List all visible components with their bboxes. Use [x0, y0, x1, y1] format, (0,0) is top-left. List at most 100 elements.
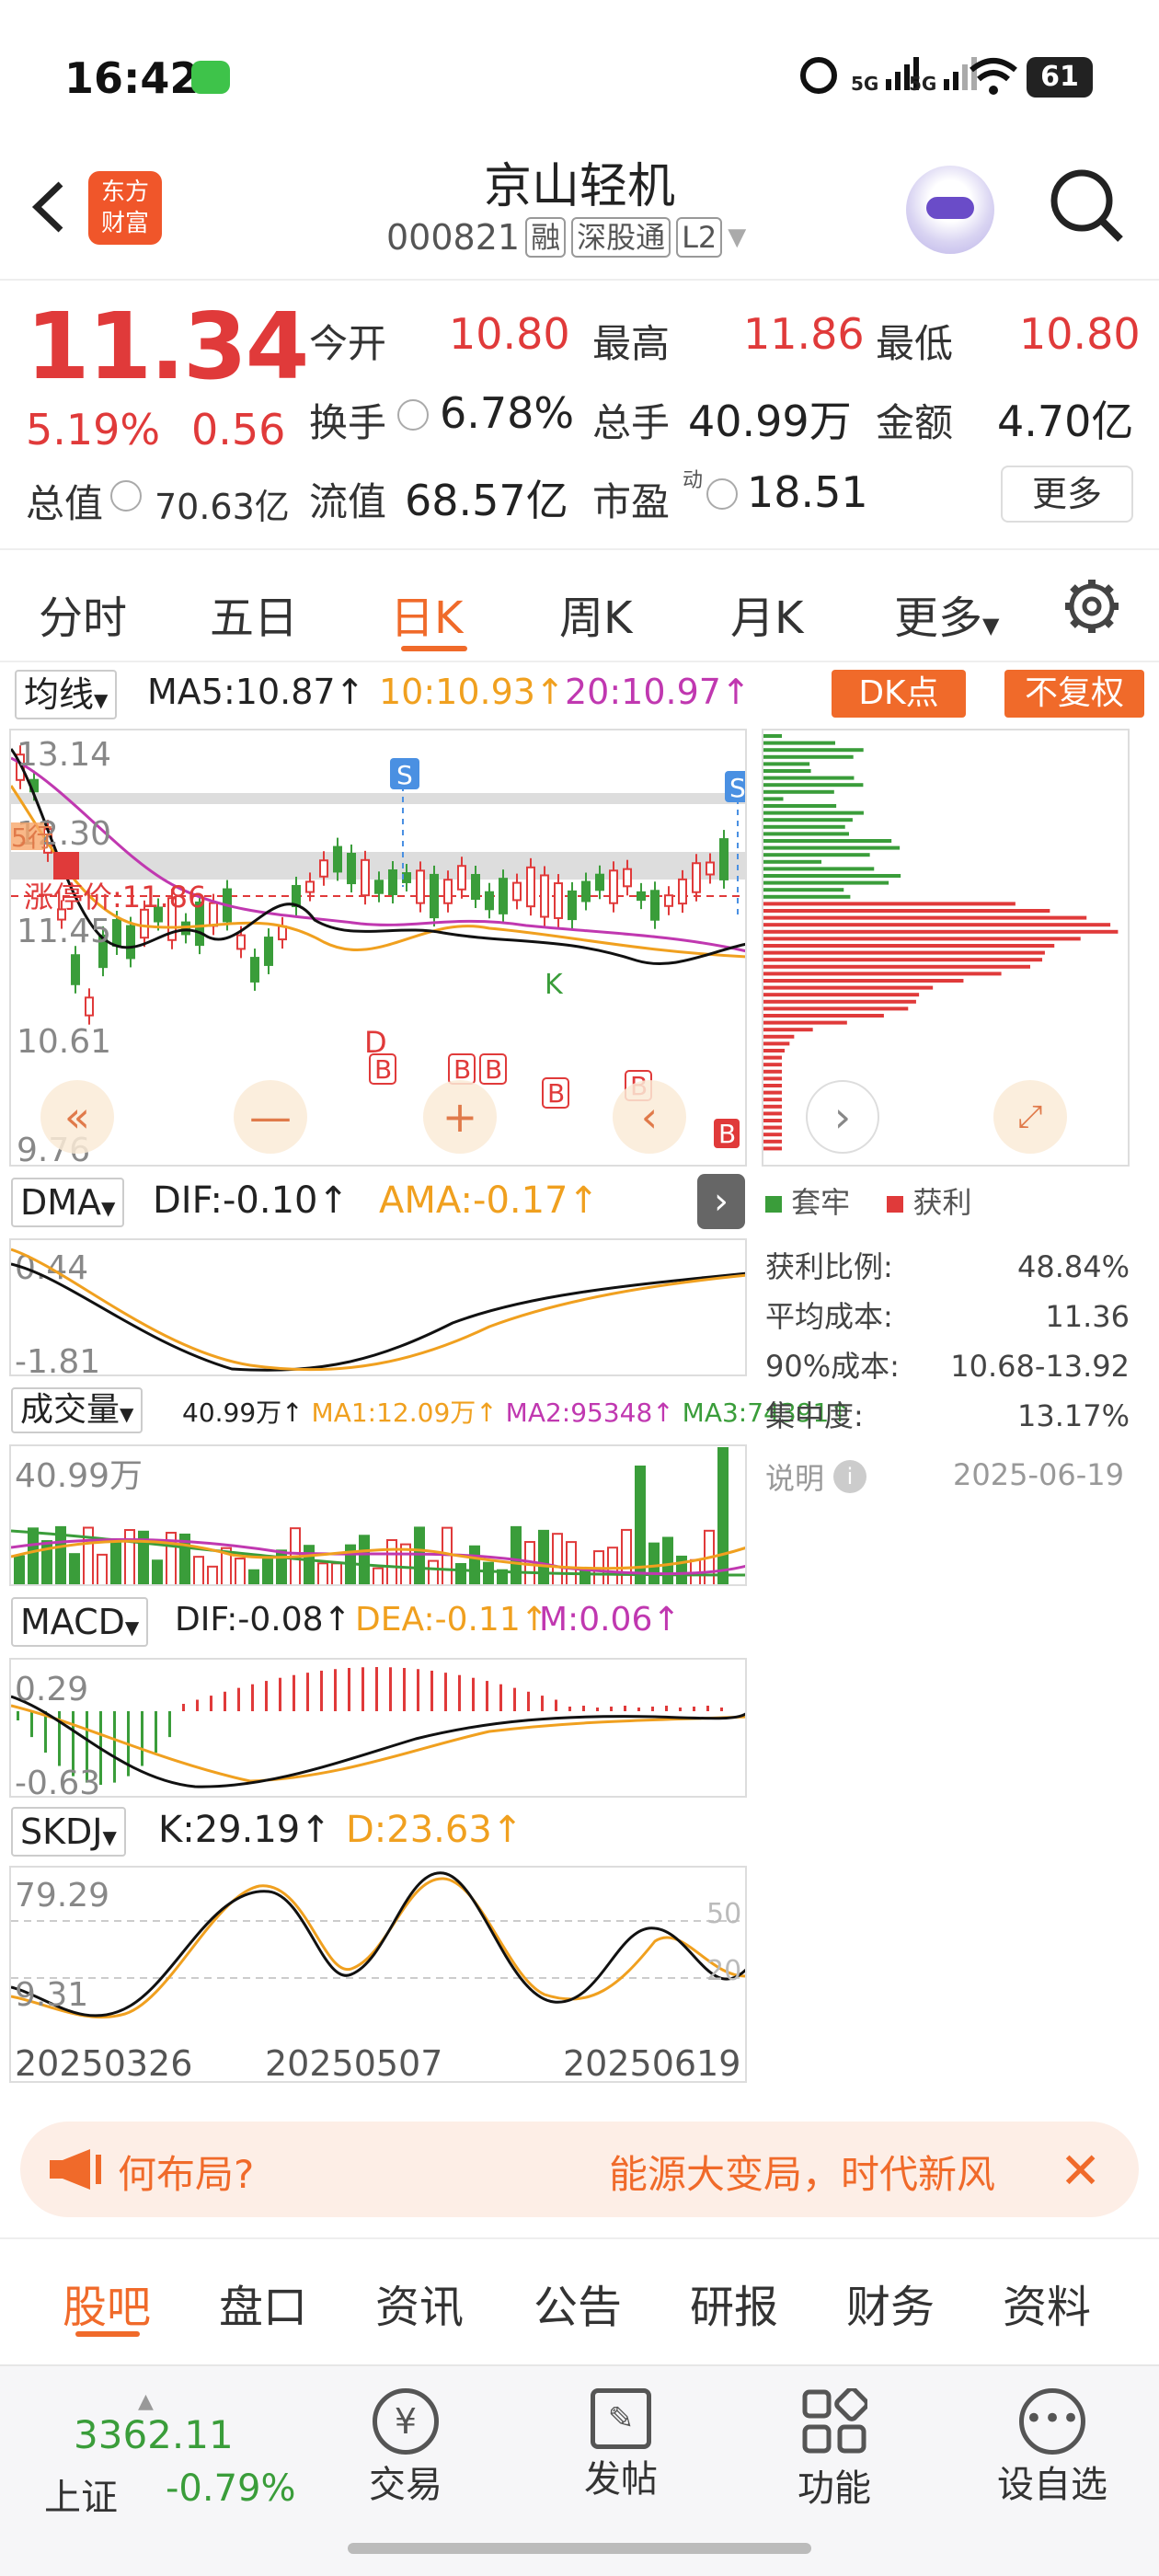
scroll-left-button[interactable]: «: [40, 1080, 114, 1154]
volume-bar: [235, 1558, 246, 1584]
search-icon[interactable]: [1047, 166, 1126, 248]
candle-body: [512, 881, 522, 902]
tab-more[interactable]: 更多▼: [894, 581, 999, 646]
chip-bar: [763, 1041, 790, 1046]
tab-monthly-k[interactable]: 月K: [730, 581, 803, 646]
macd-bar: [293, 1674, 295, 1711]
fullscreen-icon[interactable]: ⤢: [993, 1080, 1067, 1154]
skdj-ref-50-label: 50: [706, 1898, 741, 1930]
dk-button[interactable]: DK点: [832, 670, 966, 718]
macd-bar: [30, 1711, 33, 1738]
nav-post-label: 发帖: [584, 2458, 658, 2501]
caret-down-icon: ▼: [120, 1403, 134, 1425]
macd-dea-label: DEA:-0.11↑: [355, 1601, 548, 1639]
collapse-panel-button[interactable]: ›: [697, 1174, 745, 1229]
tab-pankou[interactable]: 盘口: [219, 2271, 307, 2335]
volume-bar: [662, 1536, 673, 1584]
chip-bar: [763, 1125, 782, 1130]
info-icon-mktcap[interactable]: [110, 480, 142, 512]
promo-banner[interactable]: 何布局? 能源大变局，时代新风 ✕: [20, 2122, 1139, 2217]
gear-icon[interactable]: [1061, 576, 1122, 640]
status-bar: 16:42 5G 5G 61: [0, 0, 1159, 156]
volume-bar: [304, 1545, 315, 1584]
volume-bar: [262, 1556, 273, 1584]
macd-dea-text: DEA:-0.11: [355, 1601, 521, 1639]
macd-bar: [141, 1711, 143, 1766]
tab-daily-k[interactable]: 日K: [390, 581, 463, 646]
tab-research[interactable]: 研报: [690, 2271, 778, 2335]
index-change: -0.79%: [166, 2467, 296, 2510]
info-icon-turnover[interactable]: [397, 399, 429, 431]
dma-chart: 0.44 -1.81: [9, 1238, 747, 1376]
nav-post[interactable]: ✎ 发帖: [570, 2388, 671, 2502]
chip-bar: [763, 824, 845, 829]
tab-weekly-k[interactable]: 周K: [559, 581, 632, 646]
y-label-3: 11.45: [17, 913, 111, 950]
price-band-upper: [11, 793, 745, 804]
chip-bar: [763, 762, 810, 766]
info-icon-pe[interactable]: [706, 478, 738, 510]
candle-body: [443, 879, 453, 904]
volume-select[interactable]: 成交量▼: [11, 1387, 143, 1433]
zoom-in-button[interactable]: +: [423, 1080, 497, 1154]
tab-profile[interactable]: 资料: [1003, 2271, 1091, 2335]
bottom-nav: ▲ 3362.11 上证 -0.79% ¥ 交易 ✎ 发帖 功能 ••• 设自选: [0, 2364, 1159, 2576]
macd-bar: [472, 1677, 475, 1711]
macd-bar: [555, 1699, 557, 1711]
scroll-prev-button[interactable]: ‹: [613, 1080, 686, 1154]
candle-body: [637, 891, 646, 902]
ma-select-label: 均线: [24, 674, 95, 715]
chip-note[interactable]: 说明 i: [765, 1455, 867, 1498]
tabs-divider: [0, 661, 1159, 662]
b-marker-1: B: [374, 1054, 392, 1085]
b-marker-4: B: [547, 1078, 565, 1109]
chip-row-value: 11.36: [1045, 1299, 1130, 1334]
chip-bar: [763, 811, 864, 815]
avatar-robot-icon[interactable]: [906, 166, 994, 254]
dma-dif-line: [11, 1262, 745, 1372]
tab-5day[interactable]: 五日: [210, 581, 298, 646]
skdj-chart: 79.29 9.31 50 20 20250326 20250507 20250…: [9, 1866, 747, 2083]
macd-bar: [417, 1669, 419, 1711]
chip-bar: [763, 839, 892, 843]
ma5-label: MA5:10.87↑: [147, 672, 365, 712]
nav-add-watchlist[interactable]: ••• 设自选: [988, 2388, 1117, 2508]
tab-announcement[interactable]: 公告: [534, 2271, 622, 2335]
tab-intraday[interactable]: 分时: [39, 581, 127, 646]
index-widget[interactable]: ▲ 3362.11 上证 -0.79%: [37, 2390, 313, 2523]
nav-trade[interactable]: ¥ 交易: [355, 2388, 456, 2508]
legend-trapped: 套牢: [791, 1185, 851, 1220]
tab-guba[interactable]: 股吧: [63, 2271, 151, 2335]
volume-bar: [248, 1569, 259, 1584]
skdj-select[interactable]: SKDJ▼: [11, 1807, 126, 1857]
chip-expand-right-button[interactable]: ›: [806, 1080, 879, 1154]
s-marker-2-label: S: [729, 773, 746, 803]
volume-bar: [110, 1538, 121, 1584]
tab-finance[interactable]: 财务: [846, 2271, 935, 2335]
candle-body: [361, 858, 370, 897]
tab-news[interactable]: 资讯: [375, 2271, 464, 2335]
candle-body: [250, 957, 259, 983]
close-icon[interactable]: ✕: [1060, 2142, 1101, 2200]
macd-bar: [651, 1707, 654, 1711]
chip-bar: [763, 867, 875, 871]
nav-functions[interactable]: 功能: [784, 2386, 885, 2512]
adjust-button[interactable]: 不复权: [1004, 670, 1144, 718]
legend-red-swatch: [887, 1196, 904, 1213]
ma-select[interactable]: 均线▼: [15, 670, 118, 719]
macd-select[interactable]: MACD▼: [11, 1597, 149, 1647]
chip-bar: [763, 985, 934, 990]
caret-down-icon: ▼: [102, 1826, 117, 1848]
dma-select[interactable]: DMA▼: [11, 1178, 125, 1227]
chip-bar: [763, 1049, 786, 1052]
zoom-out-button[interactable]: —: [234, 1080, 307, 1154]
chip-bar: [763, 944, 1055, 948]
chip-bar: [763, 776, 855, 780]
nav-add-watchlist-label: 设自选: [997, 2464, 1107, 2506]
chevron-down-icon[interactable]: ▼: [728, 224, 746, 251]
s-marker-1-label: S: [396, 760, 413, 790]
pe-label: 市盈: [592, 479, 671, 524]
grid-icon: [802, 2386, 869, 2454]
more-button[interactable]: 更多: [1001, 466, 1133, 523]
date-label-2: 20250507: [265, 2043, 442, 2083]
